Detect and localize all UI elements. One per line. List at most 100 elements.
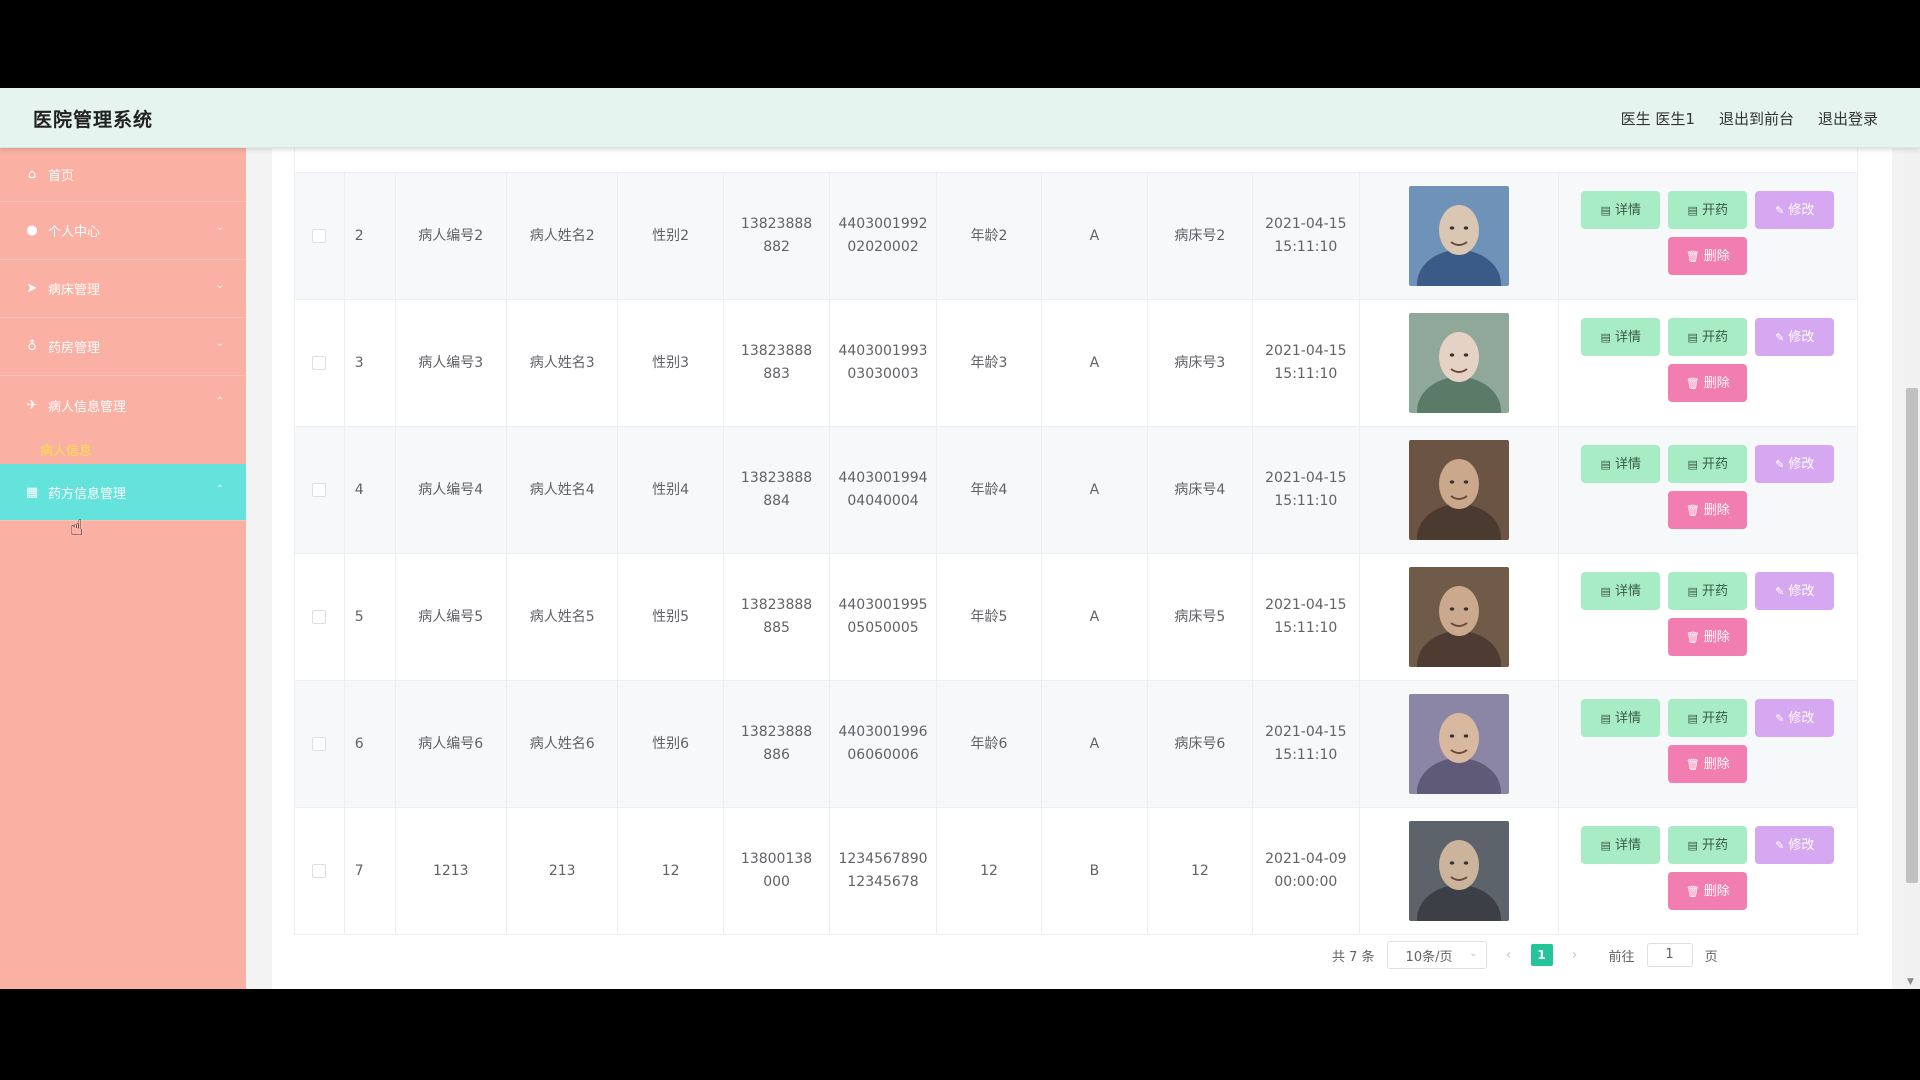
chevron-down-icon: ⌄ xyxy=(1469,948,1478,959)
delete-button[interactable]: 🗑 删除 xyxy=(1668,618,1748,656)
sidebar-item-label: 病人信息管理 xyxy=(48,399,127,415)
patient-photo[interactable] xyxy=(1408,567,1509,667)
pager-total: 共 7 条 xyxy=(1332,949,1375,965)
detail-button[interactable]: ▤ 详情 xyxy=(1581,318,1661,356)
row-checkbox-cell xyxy=(295,681,345,807)
main-content: 2 病人编号2 病人姓名2 性别2 13823888882 4403001992… xyxy=(272,148,1892,989)
prescribe-button[interactable]: ▤ 开药 xyxy=(1668,699,1748,737)
row-checkbox[interactable] xyxy=(312,864,327,878)
page-size-select[interactable]: 10条/页 ⌄ xyxy=(1386,941,1487,969)
detail-button[interactable]: ▤ 详情 xyxy=(1581,699,1661,737)
edit-button[interactable]: ✎ 修改 xyxy=(1755,826,1835,864)
current-user[interactable]: 医生 医生1 xyxy=(1621,108,1695,129)
delete-button[interactable]: 🗑 删除 xyxy=(1668,745,1748,783)
patient-phone: 13823888882 xyxy=(724,173,831,299)
patient-blood-type: A xyxy=(1042,300,1148,426)
exit-to-front-link[interactable]: 退出到前台 xyxy=(1719,108,1794,129)
patient-age: 12 xyxy=(937,808,1043,934)
patient-photo[interactable] xyxy=(1408,313,1509,413)
edit-button[interactable]: ✎ 修改 xyxy=(1755,318,1835,356)
patient-code: 病人编号4 xyxy=(396,427,507,553)
sidebar: ⌂ 首页 ● 个人中心 ⌄ ➤ 病床管理 ⌄ ♁ 药房管理 ⌄ ✈ 病人信息管理… xyxy=(0,148,246,989)
patient-photo[interactable] xyxy=(1408,694,1509,794)
prescribe-button[interactable]: ▤ 开药 xyxy=(1668,445,1748,483)
row-checkbox[interactable] xyxy=(312,483,327,497)
document-icon: ▤ xyxy=(1600,838,1611,852)
document-icon: ▤ xyxy=(1687,203,1698,217)
scroll-down-arrow-icon[interactable]: ▼ xyxy=(1907,977,1914,987)
patient-photo[interactable] xyxy=(1408,186,1509,286)
patient-bed-number: 病床号6 xyxy=(1148,681,1254,807)
patient-photo[interactable] xyxy=(1408,821,1509,921)
patient-bed-number: 病床号4 xyxy=(1148,427,1254,553)
delete-button[interactable]: 🗑 删除 xyxy=(1668,872,1748,910)
patient-name: 213 xyxy=(507,808,619,934)
logout-link[interactable]: 退出登录 xyxy=(1818,108,1878,129)
scrollbar-thumb[interactable] xyxy=(1906,388,1918,883)
edit-button[interactable]: ✎ 修改 xyxy=(1755,191,1835,229)
delete-button[interactable]: 🗑 删除 xyxy=(1668,237,1748,275)
row-index: 2 xyxy=(345,173,396,299)
next-page-button[interactable]: › xyxy=(1565,947,1585,963)
patient-code: 病人编号2 xyxy=(396,173,507,299)
pencil-icon: ✎ xyxy=(1775,838,1785,852)
sidebar-item-home[interactable]: ⌂ 首页 xyxy=(0,148,246,202)
patient-age: 年龄6 xyxy=(937,681,1043,807)
trash-icon: 🗑 xyxy=(1685,503,1700,517)
row-checkbox[interactable] xyxy=(312,737,327,751)
edit-button[interactable]: ✎ 修改 xyxy=(1755,572,1835,610)
prescribe-button[interactable]: ▤ 开药 xyxy=(1668,318,1748,356)
header-actions: 医生 医生1 退出到前台 退出登录 xyxy=(1621,108,1878,129)
delete-button[interactable]: 🗑 删除 xyxy=(1668,364,1748,402)
chevron-down-icon: ⌄ xyxy=(215,338,224,349)
patient-name: 病人姓名5 xyxy=(507,554,619,680)
sidebar-item-beds[interactable]: ➤ 病床管理 ⌄ xyxy=(0,260,246,318)
prev-page-button[interactable]: ‹ xyxy=(1499,947,1519,963)
detail-button[interactable]: ▤ 详情 xyxy=(1581,445,1661,483)
prescribe-button[interactable]: ▤ 开药 xyxy=(1668,572,1748,610)
patient-photo[interactable] xyxy=(1408,440,1509,540)
sidebar-item-prescriptions[interactable]: ▦ 药方信息管理 ⌃ xyxy=(0,464,246,520)
grid-icon: ▦ xyxy=(25,484,39,500)
detail-button[interactable]: ▤ 详情 xyxy=(1581,191,1661,229)
delete-button[interactable]: 🗑 删除 xyxy=(1668,491,1748,529)
pencil-icon: ✎ xyxy=(1775,584,1785,598)
patient-code: 1213 xyxy=(396,808,507,934)
send-icon: ➤ xyxy=(26,281,38,296)
trash-icon: 🗑 xyxy=(1685,884,1700,898)
row-checkbox[interactable] xyxy=(312,610,327,624)
patient-code: 病人编号6 xyxy=(396,681,507,807)
plane-icon: ✈ xyxy=(26,397,38,413)
patient-phone: 13823888885 xyxy=(724,554,831,680)
sidebar-item-profile[interactable]: ● 个人中心 ⌄ xyxy=(0,202,246,260)
edit-button[interactable]: ✎ 修改 xyxy=(1755,445,1835,483)
row-checkbox-cell xyxy=(295,173,345,299)
patient-name: 病人姓名6 xyxy=(507,681,619,807)
row-checkbox[interactable] xyxy=(312,356,327,370)
document-icon: ▤ xyxy=(1600,711,1611,725)
patient-phone: 13823888884 xyxy=(724,427,831,553)
sidebar-item-pharmacy[interactable]: ♁ 药房管理 ⌄ xyxy=(0,318,246,376)
scrollbar[interactable]: ▼ xyxy=(1904,148,1920,989)
row-index: 6 xyxy=(345,681,396,807)
page-number-current[interactable]: 1 xyxy=(1530,944,1553,966)
prescribe-button[interactable]: ▤ 开药 xyxy=(1668,826,1748,864)
patient-name: 病人姓名2 xyxy=(507,173,619,299)
row-checkbox[interactable] xyxy=(312,229,327,243)
row-actions: ▤ 详情 ▤ 开药 ✎ 修改 🗑 删除 xyxy=(1559,554,1857,680)
trash-icon: 🗑 xyxy=(1685,249,1700,263)
prescribe-button[interactable]: ▤ 开药 xyxy=(1668,191,1748,229)
detail-button[interactable]: ▤ 详情 xyxy=(1581,826,1661,864)
sidebar-subitem-patient-info[interactable]: 病人信息 xyxy=(0,434,246,464)
sidebar-item-patients[interactable]: ✈ 病人信息管理 ⌃ xyxy=(0,376,246,434)
detail-button[interactable]: ▤ 详情 xyxy=(1581,572,1661,610)
patient-idcard: 440300199303030003 xyxy=(830,300,937,426)
goto-page-input[interactable]: 1 xyxy=(1646,943,1693,967)
edit-button[interactable]: ✎ 修改 xyxy=(1755,699,1835,737)
patient-photo-cell xyxy=(1360,300,1559,426)
chevron-down-icon: ⌄ xyxy=(215,280,224,291)
sidebar-item-label: 病床管理 xyxy=(48,283,101,298)
table-row: 4 病人编号4 病人姓名4 性别4 13823888884 4403001994… xyxy=(295,427,1857,554)
pencil-icon: ✎ xyxy=(1775,711,1785,725)
patient-table: 2 病人编号2 病人姓名2 性别2 13823888882 4403001992… xyxy=(294,148,1858,935)
